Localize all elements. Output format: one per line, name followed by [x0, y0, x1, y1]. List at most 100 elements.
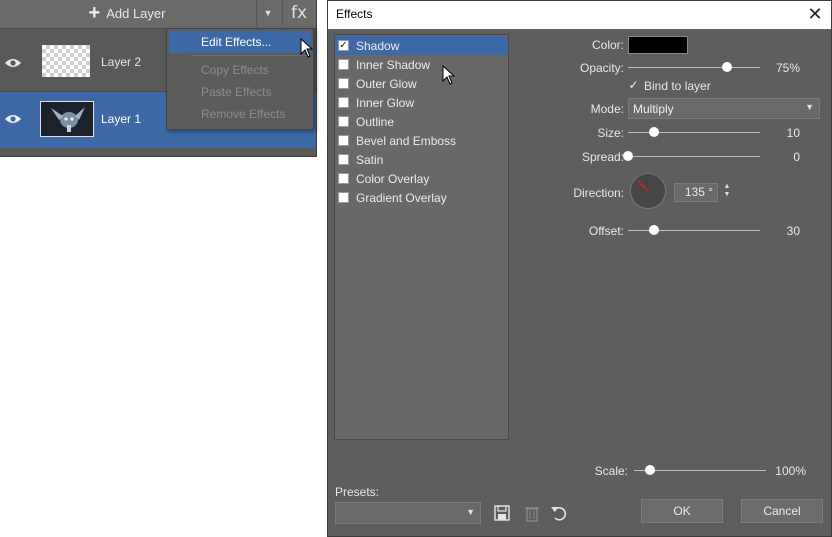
layer-thumbnail	[42, 45, 90, 77]
menu-separator	[191, 55, 309, 56]
chevron-down-icon: ▼	[805, 102, 814, 112]
effect-label: Color Overlay	[356, 171, 430, 186]
effect-label: Outer Glow	[356, 76, 417, 91]
add-layer-label: Add Layer	[106, 5, 166, 21]
direction-label: Direction:	[573, 186, 624, 200]
plus-icon: +	[88, 2, 101, 24]
mouse-cursor-icon	[300, 38, 314, 58]
effect-item-gradient-overlay[interactable]: Gradient Overlay	[335, 188, 508, 207]
dialog-title: Effects	[336, 7, 373, 21]
bind-to-layer-checkbox[interactable]: ✓	[628, 79, 639, 91]
effect-label: Bevel and Emboss	[356, 133, 457, 148]
opacity-slider-handle[interactable]	[722, 62, 732, 72]
layers-panel: + Add Layer ▼ fx Layer 2 Layer 1 Edit Ef…	[0, 0, 317, 157]
close-icon: ✕	[807, 3, 823, 25]
dialog-titlebar: Effects ✕	[328, 1, 831, 29]
effect-checkbox[interactable]	[338, 173, 349, 184]
effect-label: Shadow	[356, 38, 400, 53]
effect-item-outer-glow[interactable]: Outer Glow	[335, 74, 508, 93]
effect-checkbox[interactable]	[338, 78, 349, 89]
menu-item-paste-effects[interactable]: Paste Effects	[167, 81, 313, 103]
photo-thumbnail-image	[41, 102, 93, 136]
spin-down-icon[interactable]: ▼	[720, 191, 734, 199]
reset-undo-icon[interactable]	[549, 503, 569, 523]
layer-name: Layer 1	[101, 112, 142, 126]
layer-thumbnail	[40, 101, 94, 137]
mouse-cursor-icon	[442, 65, 456, 85]
opacity-label: Opacity:	[579, 61, 624, 75]
effect-item-satin[interactable]: Satin	[335, 150, 508, 169]
effects-dialog: Effects ✕ ✓ Shadow Inner Shadow Outer Gl…	[327, 0, 832, 537]
menu-item-copy-effects[interactable]: Copy Effects	[167, 59, 313, 81]
direction-input[interactable]: 135 °	[674, 183, 718, 202]
effect-checkbox[interactable]	[338, 154, 349, 165]
chevron-down-icon: ▼	[263, 8, 273, 18]
fx-label: fx	[290, 3, 308, 23]
effect-label: Outline	[356, 114, 395, 129]
effect-item-color-overlay[interactable]: Color Overlay	[335, 169, 508, 188]
size-slider-handle[interactable]	[649, 127, 660, 137]
fx-button[interactable]: fx	[282, 0, 315, 26]
scale-slider[interactable]	[634, 465, 766, 475]
layers-toolbar: + Add Layer ▼ fx	[0, 0, 316, 29]
effect-item-shadow[interactable]: ✓ Shadow	[335, 36, 508, 55]
direction-dial[interactable]	[630, 173, 666, 209]
presets-label: Presets:	[335, 485, 380, 499]
add-layer-button[interactable]: + Add Layer	[0, 0, 254, 26]
offset-slider-handle[interactable]	[649, 225, 660, 235]
effect-item-bevel-and-emboss[interactable]: Bevel and Emboss	[335, 131, 508, 150]
shadow-color-swatch[interactable]	[628, 36, 688, 54]
direction-spinner[interactable]: ▲ ▼	[720, 183, 734, 202]
eye-icon[interactable]	[4, 112, 22, 126]
scale-value: 100%	[775, 464, 806, 478]
effect-checkbox[interactable]	[338, 97, 349, 108]
delete-preset-icon[interactable]	[522, 503, 542, 523]
bind-to-layer-label: Bind to layer	[644, 79, 711, 93]
menu-item-edit-effects[interactable]: Edit Effects...	[169, 31, 311, 53]
effects-list: ✓ Shadow Inner Shadow Outer Glow Inner G…	[334, 34, 509, 440]
offset-value: 30	[786, 224, 800, 238]
add-layer-dropdown-button[interactable]: ▼	[256, 0, 279, 26]
effect-label: Inner Shadow	[356, 57, 431, 72]
mode-label: Mode:	[590, 102, 624, 116]
blend-mode-value: Multiply	[633, 101, 674, 116]
size-value: 10	[786, 126, 800, 140]
effect-checkbox[interactable]	[338, 59, 349, 70]
opacity-slider[interactable]	[628, 62, 760, 72]
eye-icon[interactable]	[4, 56, 22, 70]
effect-label: Satin	[356, 152, 384, 167]
size-label: Size:	[597, 126, 624, 140]
close-button[interactable]: ✕	[803, 3, 827, 25]
blend-mode-select[interactable]: Multiply ▼	[628, 98, 820, 119]
effects-context-menu: Edit Effects... Copy Effects Paste Effec…	[166, 28, 314, 130]
menu-item-remove-effects[interactable]: Remove Effects	[167, 103, 313, 125]
scale-label: Scale:	[594, 464, 628, 478]
spread-label: Spread:	[581, 150, 624, 164]
layer-name: Layer 2	[101, 55, 142, 69]
effect-label: Gradient Overlay	[356, 190, 447, 205]
spread-slider-handle[interactable]	[623, 151, 633, 161]
effect-item-inner-glow[interactable]: Inner Glow	[335, 93, 508, 112]
offset-slider[interactable]	[628, 225, 760, 235]
opacity-value: 75%	[775, 61, 800, 75]
spread-value: 0	[793, 150, 800, 164]
effect-checkbox[interactable]	[338, 116, 349, 127]
effect-item-inner-shadow[interactable]: Inner Shadow	[335, 55, 508, 74]
effect-checkbox[interactable]	[338, 192, 349, 203]
offset-label: Offset:	[588, 224, 624, 238]
spread-slider[interactable]	[623, 151, 760, 161]
cancel-button[interactable]: Cancel	[741, 499, 823, 523]
effect-checkbox[interactable]	[338, 135, 349, 146]
effect-checkbox[interactable]: ✓	[338, 40, 349, 51]
size-slider[interactable]	[628, 127, 760, 137]
direction-needle-icon	[637, 180, 649, 192]
save-preset-icon[interactable]	[492, 503, 512, 523]
effect-item-outline[interactable]: Outline	[335, 112, 508, 131]
effect-label: Inner Glow	[356, 95, 415, 110]
color-label: Color:	[591, 38, 624, 52]
scale-slider-handle[interactable]	[644, 465, 655, 475]
presets-select[interactable]: ▼	[335, 502, 481, 524]
ok-button[interactable]: OK	[641, 499, 723, 523]
chevron-down-icon: ▼	[466, 507, 475, 517]
spin-up-icon[interactable]: ▲	[720, 183, 734, 191]
